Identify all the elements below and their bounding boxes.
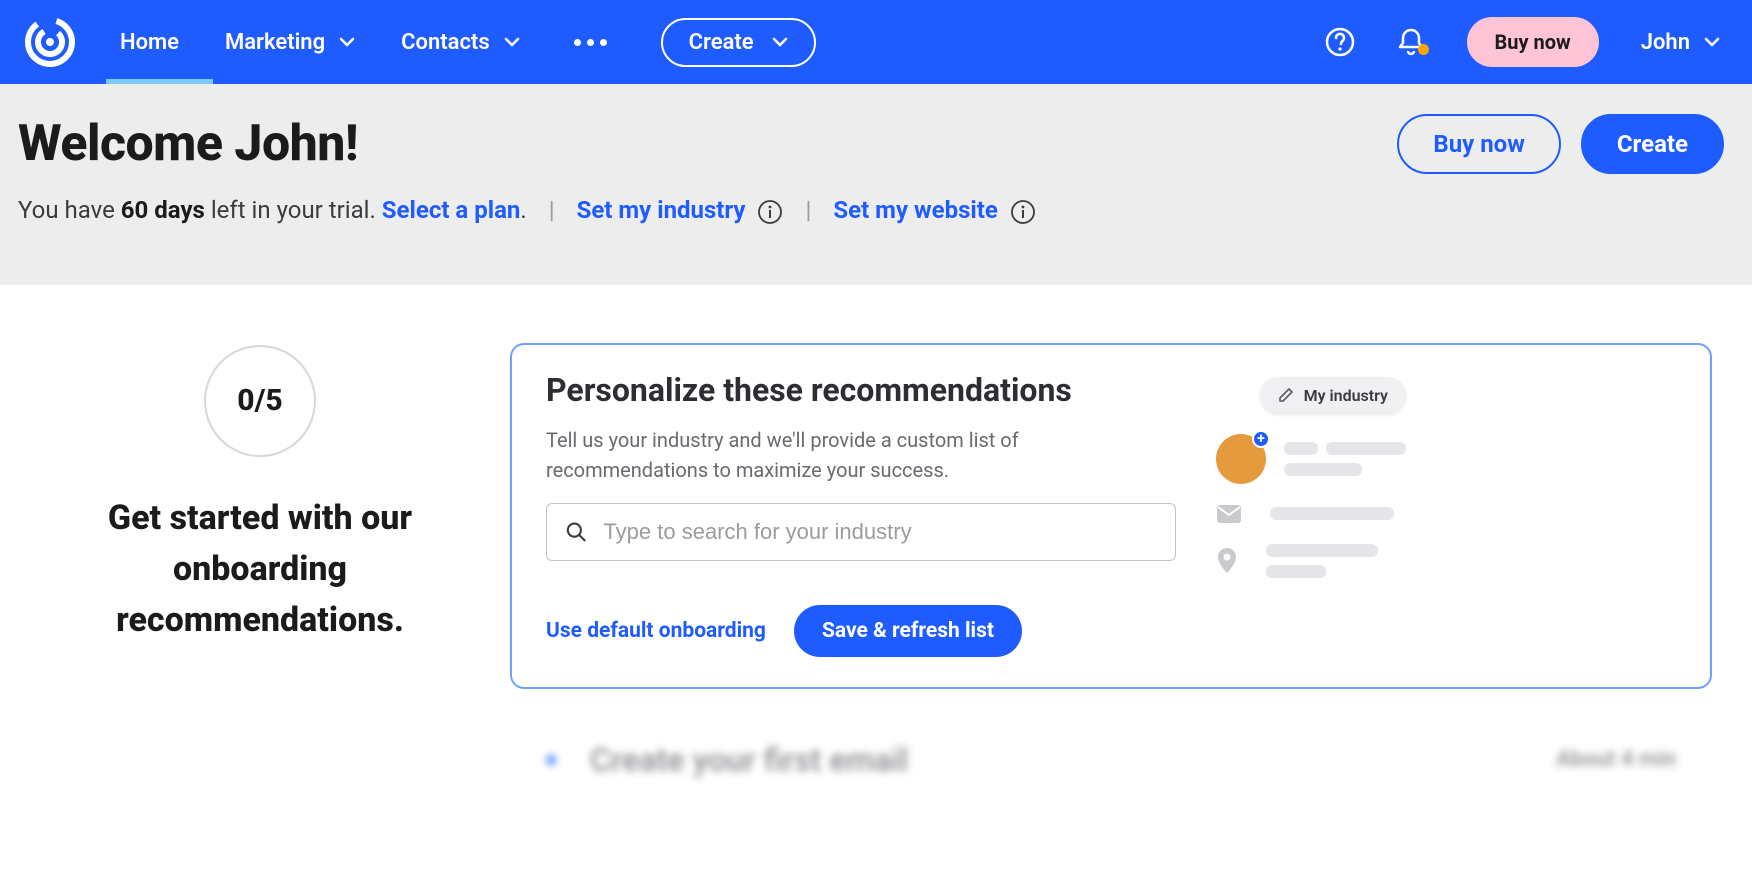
nav-buy-now-button[interactable]: Buy now <box>1467 17 1599 67</box>
nav-more[interactable] <box>566 39 615 46</box>
card-title: Personalize these recommendations <box>546 371 1176 409</box>
card-illustration: My industry + <box>1216 371 1406 657</box>
nav-create-button[interactable]: Create <box>661 18 816 67</box>
progress-text: 0/5 <box>237 383 282 418</box>
industry-search[interactable] <box>546 503 1176 561</box>
next-item-duration: About 4 min <box>1556 747 1676 772</box>
trial-suffix: left in your trial. <box>205 196 382 224</box>
onboarding-title: Get started with our onboarding recommen… <box>40 493 480 646</box>
page-header: Welcome John! Buy now Create You have 60… <box>0 84 1752 285</box>
notifications-button[interactable] <box>1397 27 1425 57</box>
main: 0/5 Get started with our onboarding reco… <box>0 285 1752 805</box>
set-industry-label: Set my industry <box>577 196 746 224</box>
select-plan-label: Select a plan <box>382 196 521 224</box>
search-icon <box>565 520 587 544</box>
plus-icon: + <box>1252 430 1270 448</box>
content-column: Personalize these recommendations Tell u… <box>510 343 1712 805</box>
info-icon[interactable] <box>1010 199 1036 225</box>
nav-right: Buy now John <box>1325 17 1728 67</box>
user-menu[interactable]: John <box>1641 30 1728 55</box>
nav-items: Home Marketing Contacts Create <box>120 0 816 84</box>
nav-contacts[interactable]: Contacts <box>401 0 520 84</box>
nav-home[interactable]: Home <box>120 0 179 84</box>
help-icon <box>1325 27 1355 57</box>
pencil-icon <box>1278 387 1294 403</box>
onboarding-sidebar: 0/5 Get started with our onboarding reco… <box>40 343 480 646</box>
set-website-link[interactable]: Set my website <box>833 196 998 224</box>
top-nav: Home Marketing Contacts Create <box>0 0 1752 84</box>
chevron-down-icon <box>1704 34 1720 50</box>
trial-row: You have 60 days left in your trial. Sel… <box>18 196 1724 225</box>
illustration-email-row <box>1216 504 1406 524</box>
nav-buy-now-label: Buy now <box>1495 30 1571 54</box>
trial-days: 60 days <box>121 196 205 224</box>
my-industry-pill: My industry <box>1260 377 1406 414</box>
nav-home-label: Home <box>120 30 179 55</box>
trial-prefix: You have <box>18 196 121 224</box>
header-buy-now-label: Buy now <box>1433 130 1524 158</box>
logo[interactable] <box>24 16 86 68</box>
welcome-title: Welcome John! <box>18 115 358 173</box>
select-plan-link[interactable]: Select a plan <box>382 196 521 224</box>
trial-period: . <box>520 196 526 224</box>
nav-create-label: Create <box>689 30 754 55</box>
default-onboarding-link[interactable]: Use default onboarding <box>546 619 766 643</box>
save-refresh-button[interactable]: Save & refresh list <box>794 605 1022 657</box>
my-industry-label: My industry <box>1304 386 1388 405</box>
notification-dot-icon <box>1418 44 1429 55</box>
separator: | <box>549 196 555 224</box>
user-name: John <box>1641 30 1690 55</box>
header-buy-now-button[interactable]: Buy now <box>1397 114 1560 174</box>
header-create-button[interactable]: Create <box>1581 114 1724 174</box>
logo-icon <box>24 16 76 68</box>
location-icon <box>1216 547 1238 575</box>
header-buttons: Buy now Create <box>1397 114 1724 174</box>
next-onboarding-item: Create your first email About 4 min <box>510 715 1712 805</box>
dot-icon <box>587 39 594 46</box>
chevron-down-icon <box>504 34 520 50</box>
illustration-location-row <box>1216 544 1406 578</box>
nav-marketing-label: Marketing <box>225 30 325 55</box>
default-onboarding-label: Use default onboarding <box>546 619 766 643</box>
separator: | <box>805 196 811 224</box>
personalize-card: Personalize these recommendations Tell u… <box>510 343 1712 689</box>
bullet-icon <box>546 755 556 765</box>
industry-search-input[interactable] <box>603 519 1157 545</box>
trial-text: You have 60 days left in your trial. Sel… <box>18 196 527 224</box>
nav-contacts-label: Contacts <box>401 30 490 55</box>
next-item-title: Create your first email <box>590 741 908 779</box>
info-icon[interactable] <box>757 199 783 225</box>
illustration-profile-row: + <box>1216 434 1406 484</box>
set-industry-link[interactable]: Set my industry <box>577 196 746 224</box>
mail-icon <box>1216 504 1242 524</box>
chevron-down-icon <box>772 34 788 50</box>
dot-icon <box>600 39 607 46</box>
header-create-label: Create <box>1617 130 1688 158</box>
dot-icon <box>574 39 581 46</box>
nav-marketing[interactable]: Marketing <box>225 0 355 84</box>
help-button[interactable] <box>1325 27 1355 57</box>
set-website-label: Set my website <box>833 196 998 224</box>
chevron-down-icon <box>339 34 355 50</box>
card-subtitle: Tell us your industry and we'll provide … <box>546 425 1176 485</box>
progress-indicator: 0/5 <box>204 345 316 457</box>
save-refresh-label: Save & refresh list <box>822 619 994 643</box>
